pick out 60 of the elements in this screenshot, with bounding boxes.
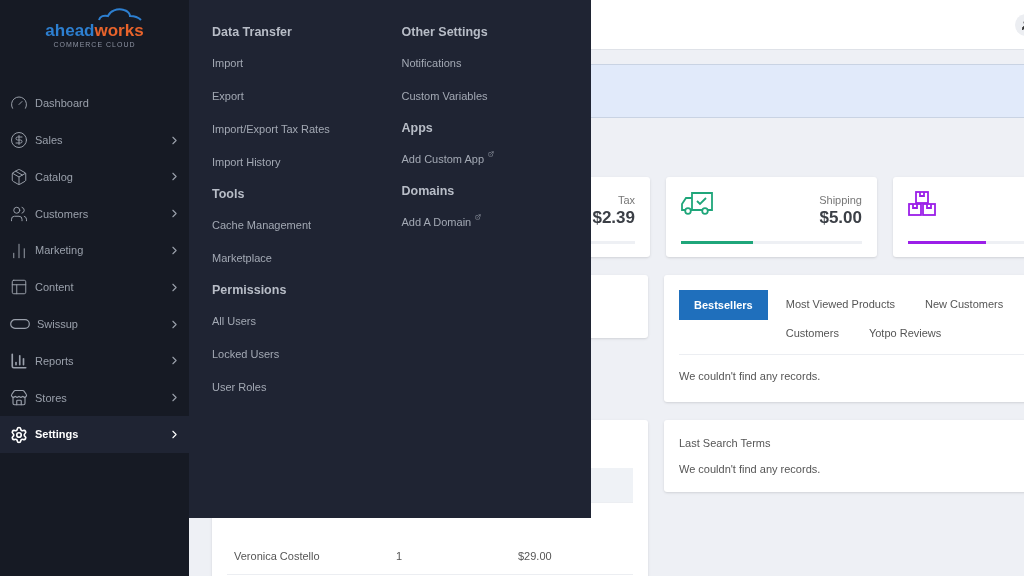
tab[interactable]: New Customers xyxy=(909,290,1019,319)
tab[interactable]: Yotpo Reviews xyxy=(853,319,957,348)
tab[interactable]: Bestsellers xyxy=(679,290,768,320)
menu-link[interactable]: Custom Variables xyxy=(401,86,591,119)
menu-link[interactable]: User Roles xyxy=(212,377,402,410)
menu-link[interactable]: Cache Management xyxy=(212,215,402,248)
layout-icon xyxy=(10,278,28,297)
menu-heading: Permissions xyxy=(212,282,288,299)
menu-link[interactable]: Import/Export Tax Rates xyxy=(212,119,402,152)
menu-heading: Apps xyxy=(401,120,434,137)
table-cell-text: Veronica Costello xyxy=(234,549,321,565)
menu-heading: Data Transfer xyxy=(212,24,293,41)
logo-text: works xyxy=(94,21,144,40)
capsule-icon xyxy=(10,319,30,330)
sidebar-item[interactable]: Reports xyxy=(0,342,189,380)
external-link-icon xyxy=(475,214,482,220)
dollar-icon xyxy=(10,131,28,150)
sidebar-item[interactable]: Catalog xyxy=(0,158,189,196)
sidebar-item[interactable]: Customers xyxy=(0,195,189,233)
bar-chart-icon xyxy=(10,241,28,260)
menu-heading: Domains xyxy=(401,183,456,200)
menu-link[interactable]: Locked Users xyxy=(212,344,402,377)
empty-message: We couldn't find any records. xyxy=(679,369,822,384)
menu-link[interactable]: Add Custom App xyxy=(401,149,591,182)
empty-message: We couldn't find any records. xyxy=(679,461,822,477)
boxes-icon xyxy=(908,191,937,216)
stat-value: $2.39 xyxy=(592,207,635,229)
menu-link[interactable]: All Users xyxy=(212,311,402,344)
tab[interactable]: Customers xyxy=(770,319,854,348)
menu-link[interactable]: Import xyxy=(212,53,402,86)
card-title: Last Search Terms xyxy=(679,436,772,451)
cloud-icon xyxy=(96,8,143,21)
tab[interactable]: Most Viewed Products xyxy=(770,290,910,319)
sidebar-item[interactable]: Content xyxy=(0,269,189,306)
menu-link[interactable]: Export xyxy=(212,86,402,119)
menu-heading: Tools xyxy=(212,186,246,203)
bar-chart-icon xyxy=(10,351,28,370)
store-icon xyxy=(10,388,28,407)
table-cell-text: $29.00 xyxy=(518,549,552,565)
sidebar-item[interactable]: Stores xyxy=(0,379,189,417)
sidebar-item[interactable]: Marketing xyxy=(0,232,189,269)
stat-label: Tax xyxy=(617,193,635,207)
menu-link[interactable]: Notifications xyxy=(401,53,591,86)
menu-link[interactable]: Add A Domain xyxy=(401,212,591,245)
menu-link[interactable]: Marketplace xyxy=(212,248,402,281)
sidebar-item[interactable]: Dashboard xyxy=(0,85,189,122)
stat-label: Shipping xyxy=(819,193,862,207)
external-link-icon xyxy=(488,151,495,157)
menu-link[interactable]: Import History xyxy=(212,152,402,185)
sidebar-item[interactable]: Settings xyxy=(0,416,189,453)
box-icon xyxy=(10,168,28,186)
users-icon xyxy=(10,204,28,223)
sidebar-item[interactable]: Sales xyxy=(0,121,189,159)
logo-text: ahead xyxy=(45,21,95,40)
sidebar-item[interactable]: Swissup xyxy=(0,305,189,343)
menu-heading: Other Settings xyxy=(401,24,489,41)
truck-icon xyxy=(681,191,714,216)
table-cell-text: 1 xyxy=(396,549,404,565)
settings-icon xyxy=(10,425,28,444)
stat-value: $5.00 xyxy=(819,207,862,229)
